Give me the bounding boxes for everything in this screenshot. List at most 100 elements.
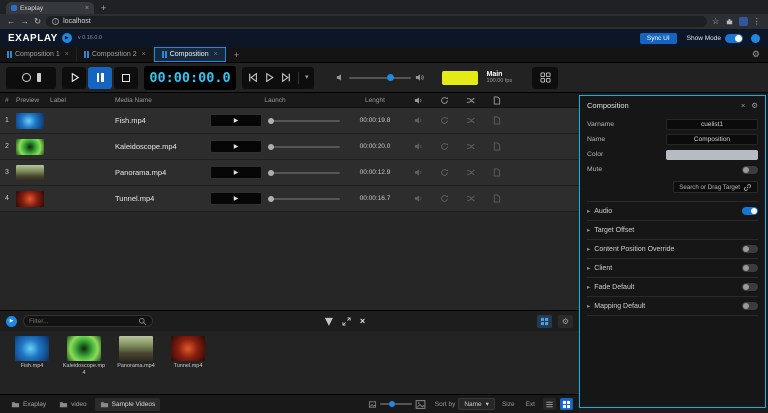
bookmark-star-icon[interactable]: ☆ — [712, 17, 720, 26]
sort-ext-button[interactable]: Ext — [522, 400, 539, 409]
content-position-override-toggle[interactable] — [742, 245, 758, 253]
filter-field[interactable] — [23, 315, 153, 327]
section-content-position-override[interactable]: ▸ Content Position Override — [587, 240, 758, 259]
tab-close-icon[interactable]: × — [85, 5, 89, 12]
row-shuffle-button[interactable] — [457, 194, 483, 203]
row-launch-button[interactable]: ▶ — [210, 114, 262, 127]
slider-knob[interactable] — [268, 118, 274, 124]
media-item-fish[interactable]: Fish.mp4 — [10, 336, 54, 370]
section-audio[interactable]: ▸ Audio — [587, 202, 758, 221]
row-shuffle-button[interactable] — [457, 116, 483, 125]
grid-view-button[interactable] — [537, 315, 552, 328]
slider-knob[interactable] — [268, 170, 274, 176]
filter-input[interactable] — [29, 318, 134, 325]
site-info-icon[interactable]: i — [52, 18, 59, 25]
zoom-slider-knob[interactable] — [389, 401, 395, 407]
settings-gear-icon[interactable]: ⚙ — [744, 47, 768, 62]
mapping-default-toggle[interactable] — [742, 302, 758, 310]
row-loop-button[interactable] — [431, 142, 457, 151]
browser-menu-icon[interactable]: ⋮ — [753, 17, 762, 26]
profile-avatar[interactable] — [739, 17, 748, 26]
output-matrix-button[interactable] — [532, 67, 558, 89]
stop-button[interactable] — [114, 67, 138, 89]
client-toggle[interactable] — [742, 264, 758, 272]
record-stop-button[interactable] — [6, 67, 56, 89]
row-progress-slider[interactable] — [268, 198, 340, 200]
tab-close-icon[interactable]: × — [214, 51, 218, 58]
inspector-gear-icon[interactable]: ⚙ — [751, 101, 758, 110]
previous-cue-button[interactable] — [247, 72, 258, 83]
row-loop-button[interactable] — [431, 168, 457, 177]
section-mapping-default[interactable]: ▸ Mapping Default — [587, 297, 758, 316]
row-file-button[interactable] — [483, 168, 509, 177]
extensions-icon[interactable] — [725, 17, 734, 26]
reload-icon[interactable]: ↻ — [34, 17, 41, 26]
close-browser-icon[interactable]: × — [360, 316, 365, 326]
show-mode-toggle[interactable] — [725, 34, 743, 43]
tab-close-icon[interactable]: × — [142, 51, 146, 58]
varname-input[interactable] — [666, 119, 758, 130]
name-input[interactable] — [666, 134, 758, 145]
browser-tab[interactable]: Exaplay × — [6, 2, 94, 14]
section-fade-default[interactable]: ▸ Fade Default — [587, 278, 758, 297]
row-loop-button[interactable] — [431, 116, 457, 125]
search-or-drag-target-button[interactable]: Search or Drag Target — [673, 181, 758, 193]
row-volume-button[interactable] — [405, 116, 431, 125]
volume-slider[interactable] — [349, 77, 411, 79]
sync-ui-button[interactable]: Sync UI — [640, 33, 677, 44]
play-button[interactable] — [62, 67, 86, 89]
list-view-button[interactable] — [543, 398, 556, 410]
folder-sample-videos[interactable]: Sample Videos — [95, 398, 161, 411]
tab-close-icon[interactable]: × — [65, 51, 69, 58]
media-item-kaleidoscope[interactable]: Kaleidoscope.mp4 — [62, 336, 106, 377]
tab-composition-1[interactable]: Composition 1 × — [0, 47, 77, 62]
media-item-tunnel[interactable]: Tunnel.mp4 — [166, 336, 210, 370]
row-progress-slider[interactable] — [268, 146, 340, 148]
mute-toggle[interactable] — [742, 166, 758, 174]
cue-row-2[interactable]: 2 Kaleidoscope.mp4 ▶ 00:00:20.0 — [0, 134, 579, 160]
cue-row-4[interactable]: 4 Tunnel.mp4 ▶ 00:00:16.7 — [0, 186, 579, 212]
sort-size-button[interactable]: Size — [498, 400, 519, 409]
row-shuffle-button[interactable] — [457, 168, 483, 177]
section-target-offset[interactable]: ▸ Target Offset — [587, 221, 758, 240]
row-launch-button[interactable]: ▶ — [210, 166, 262, 179]
preview-play-toggle[interactable]: ▶ — [6, 316, 17, 327]
add-composition-button[interactable]: + — [226, 47, 247, 62]
cue-row-1[interactable]: 1 Fish.mp4 ▶ 00:00:19.8 — [0, 108, 579, 134]
folder-exaplay[interactable]: Exaplay — [6, 398, 51, 411]
media-item-panorama[interactable]: Panorama.mp4 — [114, 336, 158, 370]
row-volume-button[interactable] — [405, 194, 431, 203]
row-file-button[interactable] — [483, 116, 509, 125]
row-volume-button[interactable] — [405, 168, 431, 177]
thumbnail-zoom-slider[interactable] — [380, 403, 412, 405]
collapse-chevron-icon[interactable]: ▾ — [325, 311, 333, 331]
audio-toggle[interactable] — [742, 207, 758, 215]
browser-settings-gear-icon[interactable]: ⚙ — [558, 315, 573, 328]
row-file-button[interactable] — [483, 142, 509, 151]
cue-row-3[interactable]: 3 Panorama.mp4 ▶ 00:00:12.9 — [0, 160, 579, 186]
tab-composition-active[interactable]: Composition × — [154, 47, 226, 62]
volume-slider-knob[interactable] — [387, 74, 394, 81]
row-shuffle-button[interactable] — [457, 142, 483, 151]
folder-video[interactable]: video — [54, 398, 92, 411]
go-cue-button[interactable] — [264, 72, 275, 83]
section-client[interactable]: ▸ Client — [587, 259, 758, 278]
back-icon[interactable]: ← — [7, 17, 16, 26]
expand-icon[interactable] — [342, 317, 351, 326]
row-volume-button[interactable] — [405, 142, 431, 151]
pause-button[interactable] — [88, 67, 112, 89]
fade-default-toggle[interactable] — [742, 283, 758, 291]
new-tab-button[interactable]: + — [101, 3, 106, 13]
inspector-close-icon[interactable]: × — [741, 101, 745, 110]
row-progress-slider[interactable] — [268, 172, 340, 174]
row-launch-button[interactable]: ▶ — [210, 192, 262, 205]
cue-dropdown-icon[interactable]: ▾ — [305, 74, 309, 81]
row-file-button[interactable] — [483, 194, 509, 203]
next-cue-button[interactable] — [281, 72, 292, 83]
theme-toggle-icon[interactable] — [751, 34, 760, 43]
grid-view-active-button[interactable] — [560, 398, 573, 410]
tab-composition-2[interactable]: Composition 2 × — [77, 47, 154, 62]
slider-knob[interactable] — [268, 196, 274, 202]
sort-field-dropdown[interactable]: Name ▾ — [458, 398, 495, 410]
row-progress-slider[interactable] — [268, 120, 340, 122]
